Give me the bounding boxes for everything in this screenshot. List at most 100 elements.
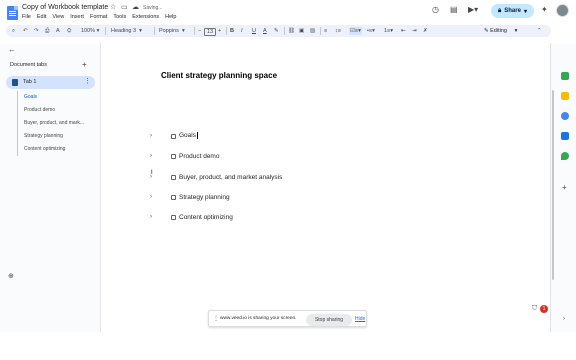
share-dropdown-icon[interactable]: ▾ [524, 8, 527, 15]
decrease-font-size-icon[interactable]: − [198, 27, 201, 35]
document-heading[interactable]: Client strategy planning space [161, 71, 277, 80]
zoom-value: 100% [81, 28, 96, 34]
document-page[interactable] [100, 43, 551, 332]
explore-icon[interactable]: ⊕ [8, 272, 14, 280]
text-color-icon[interactable]: A [263, 27, 267, 35]
star-icon[interactable]: ☆ [110, 4, 116, 11]
checklist-item[interactable]: › Buyer, product, and market analysis [150, 172, 282, 182]
gemini-icon[interactable]: ✦ [541, 6, 548, 14]
outline-item-buyer-analysis[interactable]: Buyer, product, and mark... [18, 117, 84, 130]
menu-file[interactable]: File [22, 14, 31, 20]
clear-formatting-icon[interactable]: ✗ [423, 27, 428, 35]
contacts-icon[interactable] [561, 132, 569, 140]
checklist-item[interactable]: › Product demo [150, 151, 219, 161]
document-outline: Goals Product demo Buyer, product, and m… [17, 91, 84, 156]
menu-view[interactable]: View [52, 14, 64, 20]
more-vert-icon[interactable]: ⋮ [84, 77, 91, 85]
window-top-margin: Copy of Workbook template ☆ ▭ ☁ Saving..… [0, 0, 576, 44]
tab-icon [12, 79, 18, 86]
outline-item-strategy-planning[interactable]: Strategy planning [18, 130, 84, 143]
collapse-menus-icon[interactable]: ⌃ [537, 27, 542, 35]
checkbox[interactable] [171, 153, 176, 159]
bulleted-list-icon[interactable]: •≡▾ [367, 27, 375, 35]
outline-item-goals[interactable]: Goals [18, 91, 84, 104]
zoom-select[interactable]: 100% ▾ [81, 27, 99, 35]
chevron-right-icon[interactable]: › [150, 153, 160, 159]
maps-icon[interactable] [561, 152, 569, 160]
checklist-item-label[interactable]: Strategy planning [179, 194, 230, 201]
keep-icon[interactable] [561, 92, 569, 100]
document-title[interactable]: Copy of Workbook template [22, 4, 108, 11]
menu-insert[interactable]: Insert [70, 14, 84, 20]
checklist-item[interactable]: › Strategy planning [150, 192, 230, 202]
checklist-item-label[interactable]: Goals [179, 132, 198, 140]
tab-1[interactable]: Tab 1 ⋮ [6, 76, 95, 89]
style-select[interactable]: Heading 3 ▾ [111, 27, 142, 35]
italic-icon[interactable]: I [241, 27, 243, 35]
screen-sharing-bar: ⋮ www.veed.io is sharing your screen. St… [208, 310, 367, 327]
docs-logo[interactable] [7, 6, 18, 20]
move-folder-icon[interactable]: ▭ [121, 4, 128, 11]
menu-help[interactable]: Help [165, 14, 176, 20]
align-icon[interactable]: ≡ [324, 27, 327, 35]
checkbox[interactable] [171, 133, 176, 139]
checklist-item[interactable]: › Content optimizing [150, 212, 233, 222]
checkbox[interactable] [171, 214, 176, 220]
menu-format[interactable]: Format [90, 14, 107, 20]
menu-edit[interactable]: Edit [37, 14, 46, 20]
insert-image-icon[interactable]: ▨ [310, 27, 315, 35]
meet-icon[interactable]: ▶▾ [468, 6, 478, 14]
checklist-item-label[interactable]: Buyer, product, and market analysis [179, 174, 282, 181]
outline-item-content-optimizing[interactable]: Content optimizing [18, 143, 84, 156]
add-comment-icon[interactable]: ▣ [299, 27, 304, 35]
menu-extensions[interactable]: Extensions [132, 14, 159, 20]
print-icon[interactable]: ⎙ [45, 27, 49, 35]
paint-format-icon[interactable]: ⛭ [67, 27, 71, 35]
highlight-icon[interactable]: ✎ [274, 27, 279, 35]
underline-icon[interactable]: U [252, 27, 256, 35]
spellcheck-icon[interactable]: A [56, 27, 60, 35]
undo-icon[interactable]: ↶ [23, 27, 28, 35]
drag-handle-icon[interactable]: ⋮ [213, 315, 219, 322]
document-tabs-heading: Document tabs [10, 62, 47, 68]
tasks-icon[interactable] [561, 112, 569, 120]
font-select[interactable]: Poppins ▾ [159, 27, 185, 35]
search-menus-icon[interactable]: ⌕ [12, 27, 15, 35]
numbered-list-icon[interactable]: 1≡▾ [384, 27, 393, 35]
checklist-icon[interactable]: ☑≡▾ [349, 27, 362, 35]
add-tab-icon[interactable]: + [82, 60, 87, 69]
increase-indent-icon[interactable]: ⇥ [412, 27, 417, 35]
chevron-right-icon[interactable]: › [150, 214, 160, 220]
checklist-item-label[interactable]: Content optimizing [179, 214, 233, 221]
font-value: Poppins [159, 28, 179, 34]
bold-icon[interactable]: B [230, 27, 234, 35]
add-addon-icon[interactable]: + [562, 183, 567, 192]
history-icon[interactable]: ◷ [432, 6, 439, 14]
comment-icon[interactable]: ▤ [450, 6, 458, 14]
share-button[interactable]: 🔒︎ Share ▾ [491, 4, 534, 18]
lock-icon: 🔒︎ [498, 7, 502, 14]
stop-sharing-button[interactable]: Stop sharing [306, 313, 352, 326]
increase-font-size-icon[interactable]: + [218, 27, 221, 35]
checkbox[interactable] [171, 194, 176, 200]
font-size-input[interactable]: 13 [204, 27, 217, 36]
chevron-right-icon[interactable]: › [150, 133, 160, 139]
text-select-cursor-icon: I [151, 170, 153, 176]
scrollbar[interactable] [552, 90, 554, 280]
menu-tools[interactable]: Tools [113, 14, 126, 20]
checklist-item[interactable]: › Goals [150, 131, 198, 141]
avatar[interactable] [556, 4, 569, 17]
link-icon[interactable]: ⛓ [288, 27, 295, 35]
redo-icon[interactable]: ↷ [34, 27, 39, 35]
outline-item-product-demo[interactable]: Product demo [18, 104, 84, 117]
checklist-item-label[interactable]: Product demo [179, 153, 219, 160]
decrease-indent-icon[interactable]: ⇤ [401, 27, 406, 35]
hide-side-panel-icon[interactable]: › [563, 316, 565, 322]
back-arrow-icon[interactable]: ← [8, 45, 16, 54]
editing-mode-select[interactable]: ✎ Editing ▾ [484, 27, 517, 36]
line-spacing-icon[interactable]: ↕≡ [335, 27, 341, 35]
chevron-right-icon[interactable]: › [150, 194, 160, 200]
sheets-icon[interactable] [561, 72, 569, 80]
hide-link[interactable]: Hide [355, 316, 365, 322]
checkbox[interactable] [171, 174, 176, 180]
